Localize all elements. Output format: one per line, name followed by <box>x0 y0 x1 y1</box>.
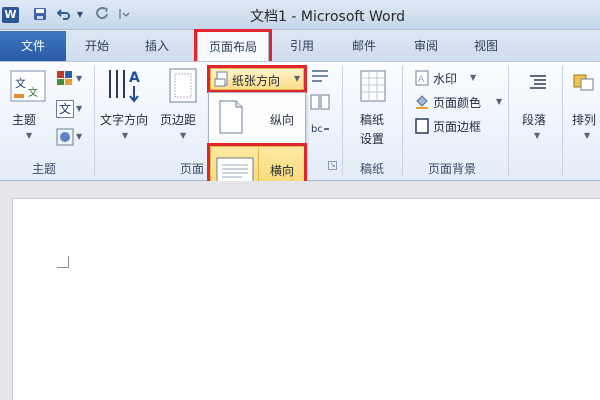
watermark-dropdown-icon[interactable]: ▼ <box>470 73 476 82</box>
text-direction-icon[interactable]: A <box>104 68 148 104</box>
undo-icon[interactable] <box>56 7 72 23</box>
paragraph-dropdown-icon[interactable]: ▼ <box>534 131 540 140</box>
text-direction-button-label[interactable]: 文字方向 <box>100 111 148 128</box>
page-setup-dialog-launcher-icon[interactable]: ↘ <box>328 161 337 170</box>
paragraph-icon[interactable] <box>528 72 548 92</box>
group-separator <box>508 66 509 176</box>
tab-file[interactable]: 文件 <box>0 31 66 61</box>
group-separator <box>402 66 403 176</box>
group-separator <box>342 66 343 176</box>
margins-icon[interactable] <box>168 68 198 104</box>
svg-text:A: A <box>418 75 425 85</box>
portrait-option-label[interactable]: 纵向 <box>270 111 294 128</box>
word-logo-icon[interactable]: W <box>2 7 19 23</box>
text-direction-dropdown-icon[interactable]: ▼ <box>122 131 128 140</box>
themes-dropdown-icon[interactable]: ▼ <box>26 131 32 140</box>
page-color-dropdown-icon[interactable]: ▼ <box>496 97 502 106</box>
arrange-button-label[interactable]: 排列 <box>572 111 596 128</box>
page-borders-button-label[interactable]: 页面边框 <box>433 118 481 135</box>
paragraph-button-label[interactable]: 段落 <box>522 111 546 128</box>
size-icon[interactable] <box>310 68 330 84</box>
svg-text:文: 文 <box>28 86 38 99</box>
arrange-dropdown-icon[interactable]: ▼ <box>584 131 590 140</box>
themes-button-label[interactable]: 主题 <box>12 111 36 128</box>
highlight-box-page-layout <box>194 29 272 64</box>
hyphenation-icon[interactable]: bc <box>310 120 330 136</box>
svg-text:bc: bc <box>311 124 323 135</box>
window-title: 文档1 - Microsoft Word <box>250 9 406 25</box>
manuscript-icon[interactable] <box>360 70 386 102</box>
page-borders-icon[interactable] <box>414 118 430 134</box>
tab-mailings[interactable]: 邮件 <box>342 31 386 61</box>
manuscript-button-line1[interactable]: 稿纸 <box>360 111 384 128</box>
themes-icon[interactable]: 文文 <box>10 70 46 104</box>
page-background-group-label: 页面背景 <box>428 162 477 176</box>
page-color-icon[interactable] <box>414 94 430 110</box>
svg-text:文: 文 <box>15 76 26 90</box>
margins-button-label[interactable]: 页边距 <box>160 111 196 128</box>
manuscript-group-label: 稿纸 <box>360 162 385 176</box>
margin-corner-mark <box>57 256 69 268</box>
columns-icon[interactable] <box>310 94 330 110</box>
theme-effects-icon[interactable] <box>56 128 74 146</box>
document-page[interactable] <box>12 198 600 400</box>
undo-dropdown-icon[interactable]: ▼ <box>72 7 88 23</box>
tab-references[interactable]: 引用 <box>280 31 324 61</box>
tab-insert[interactable]: 插入 <box>134 31 180 61</box>
margins-dropdown-icon[interactable]: ▼ <box>180 131 186 140</box>
themes-group-label: 主题 <box>32 162 57 176</box>
tab-review[interactable]: 审阅 <box>404 31 448 61</box>
theme-colors-dropdown-icon[interactable]: ▼ <box>76 74 82 83</box>
theme-colors-icon[interactable] <box>56 70 74 86</box>
watermark-button-label[interactable]: 水印 <box>433 70 457 87</box>
svg-text:A: A <box>129 70 140 86</box>
group-separator <box>562 66 563 176</box>
watermark-icon[interactable]: A <box>414 70 430 86</box>
theme-effects-dropdown-icon[interactable]: ▼ <box>76 132 82 141</box>
page-setup-group-label: 页面 <box>180 162 205 176</box>
theme-fonts-icon[interactable]: 文 <box>56 100 74 118</box>
tab-home[interactable]: 开始 <box>74 31 120 61</box>
arrange-icon[interactable] <box>572 72 596 92</box>
theme-fonts-dropdown-icon[interactable]: ▼ <box>76 104 82 113</box>
tab-view[interactable]: 视图 <box>464 31 508 61</box>
customize-toolbar-icon[interactable] <box>116 7 132 23</box>
group-separator <box>94 66 95 176</box>
portrait-page-icon[interactable] <box>218 100 244 134</box>
manuscript-button-line2[interactable]: 设置 <box>360 130 384 147</box>
save-icon[interactable] <box>32 7 48 23</box>
redo-icon[interactable] <box>94 7 110 23</box>
page-color-button-label[interactable]: 页面颜色 <box>433 94 481 111</box>
highlight-box-orientation <box>207 65 307 93</box>
